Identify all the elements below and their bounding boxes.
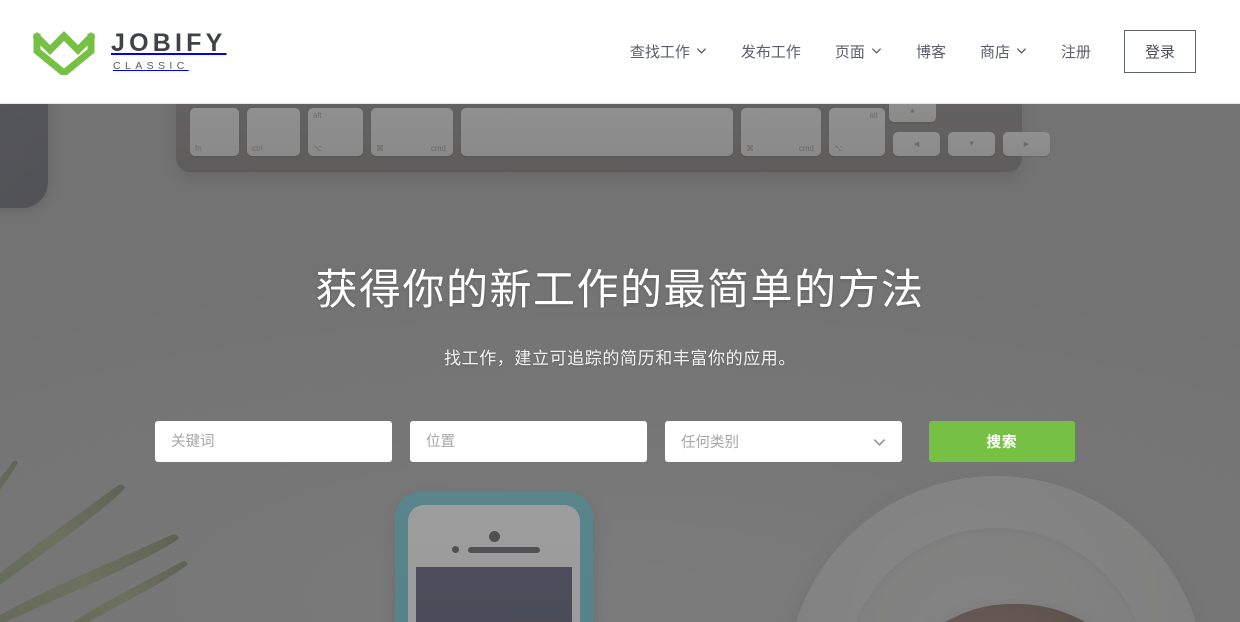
nav-item-shop[interactable]: 商店	[963, 41, 1044, 62]
brand-tagline: CLASSIC	[113, 60, 189, 73]
nav-item-label: 博客	[915, 44, 946, 61]
login-button[interactable]: 登录	[1123, 30, 1196, 73]
keyword-input[interactable]	[155, 421, 392, 462]
chevron-down-icon	[872, 434, 887, 449]
chevron-down-icon	[1016, 45, 1027, 56]
nav-item-register[interactable]: 注册	[1044, 41, 1108, 62]
hero-section: fn ctrl alt⌥ ⌘cmd ⌘cmd alt⌥ ◀ ▼ ▶ ▲	[0, 104, 1240, 622]
hero-title: 获得你的新工作的最简单的方法	[315, 266, 925, 313]
nav-item-post-job[interactable]: 发布工作	[724, 41, 818, 62]
nav-item-label: 发布工作	[740, 44, 801, 61]
location-input[interactable]	[410, 421, 647, 462]
nav-item-pages[interactable]: 页面	[818, 41, 899, 62]
nav-item-label: 查找工作	[629, 44, 690, 61]
main-navigation: 查找工作 发布工作 页面 博客 商店 注册 登录	[613, 30, 1196, 73]
job-search-form: 任何类别 搜索	[155, 421, 1085, 462]
brand-name: JOBIFY	[111, 29, 227, 58]
chevron-down-icon	[696, 45, 707, 56]
site-header: JOBIFY CLASSIC 查找工作 发布工作 页面 博客 商店 注册 登录	[0, 0, 1240, 104]
heart-chevron-logo-icon	[32, 29, 96, 78]
brand-text: JOBIFY CLASSIC	[111, 31, 227, 72]
nav-item-label: 页面	[834, 44, 865, 61]
category-select-value[interactable]: 任何类别	[665, 421, 902, 462]
search-button[interactable]: 搜索	[929, 421, 1075, 462]
brand-logo[interactable]: JOBIFY CLASSIC	[32, 29, 227, 78]
nav-item-label: 注册	[1060, 44, 1091, 61]
category-select[interactable]: 任何类别	[665, 421, 902, 462]
nav-item-label: 商店	[979, 44, 1010, 61]
hero-subtitle: 找工作，建立可追踪的简历和丰富你的应用。	[444, 349, 796, 368]
nav-item-find-jobs[interactable]: 查找工作	[613, 41, 724, 62]
chevron-down-icon	[871, 45, 882, 56]
nav-item-blog[interactable]: 博客	[899, 41, 963, 62]
hero-content: 获得你的新工作的最简单的方法 找工作，建立可追踪的简历和丰富你的应用。 任何类别…	[0, 104, 1240, 622]
